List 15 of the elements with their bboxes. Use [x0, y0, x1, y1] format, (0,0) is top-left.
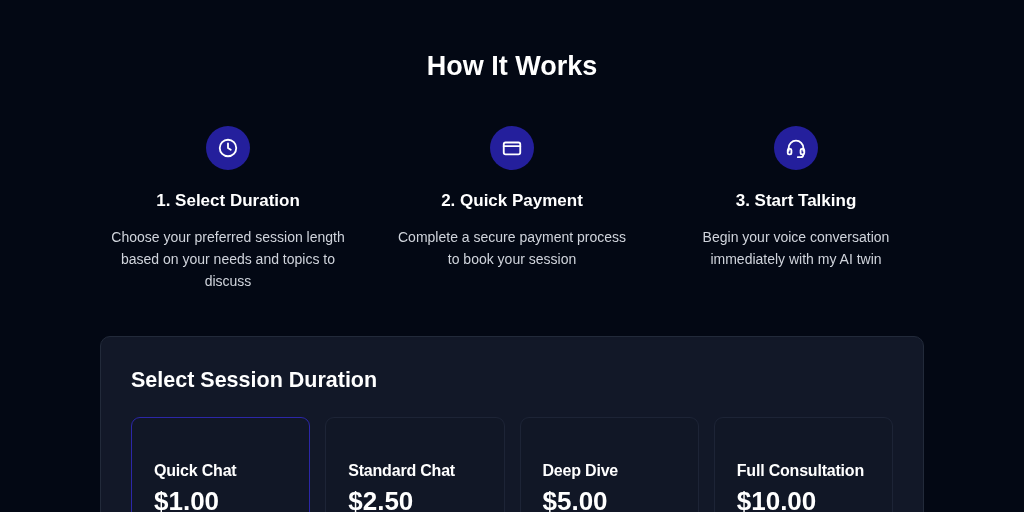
- step-title: 3. Start Talking: [735, 190, 857, 212]
- duration-option[interactable]: Full Consultation $10.00: [713, 417, 893, 512]
- credit-card-icon: [490, 126, 534, 170]
- step-title: 2. Quick Payment: [441, 190, 583, 212]
- clock-icon: [206, 126, 250, 170]
- headset-icon: [774, 126, 818, 170]
- section-heading: How It Works: [425, 50, 599, 82]
- step-title: 1. Select Duration: [156, 190, 300, 212]
- step-description: Begin your voice conversation immediately with my AI twin: [701, 228, 891, 269]
- duration-option[interactable]: Deep Dive $5.00: [519, 417, 699, 512]
- panel-title: Select Session Duration: [131, 367, 379, 394]
- step-description: Choose your preferred session length based on your needs and topics to discuss: [110, 228, 346, 291]
- duration-option[interactable]: Quick Chat $1.00: [131, 417, 311, 512]
- duration-option[interactable]: Standard Chat $2.50: [325, 417, 505, 512]
- step-description: Complete a secure payment process to book your session: [397, 228, 627, 269]
